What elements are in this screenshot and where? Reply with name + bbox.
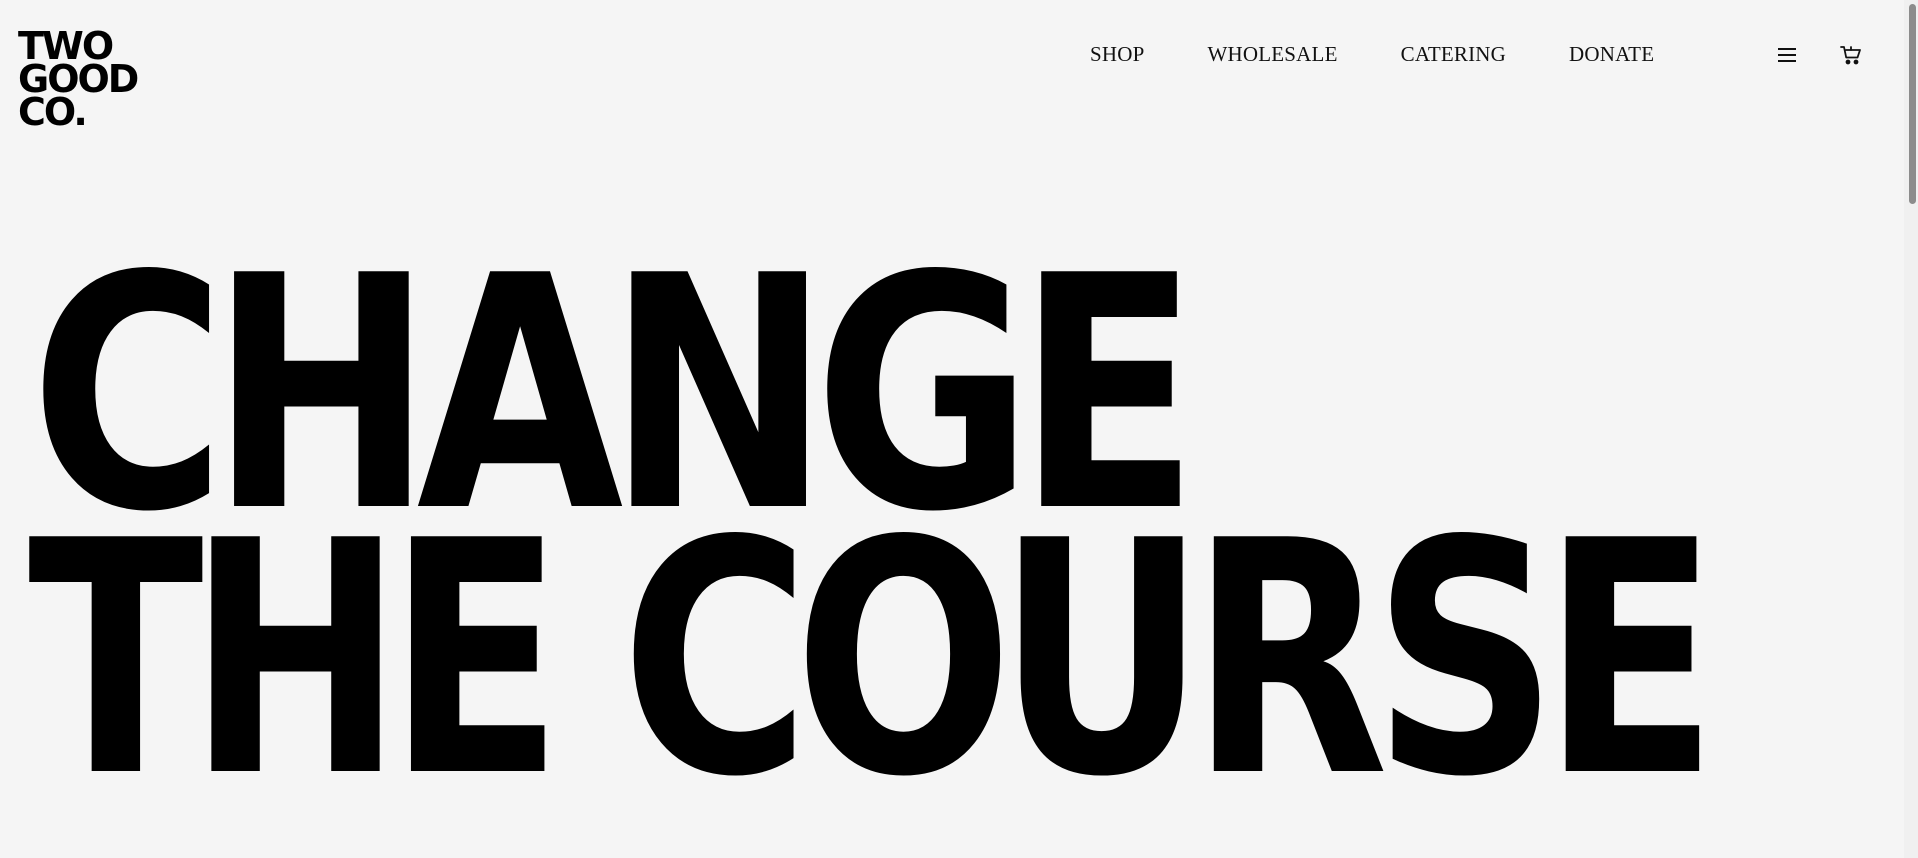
hero-headline: CHANGE THE COURSE bbox=[28, 234, 1918, 847]
scrollbar-thumb[interactable] bbox=[1909, 4, 1916, 204]
nav-link-donate[interactable]: DONATE bbox=[1569, 40, 1654, 68]
hero-line-2: THE COURSE bbox=[28, 472, 1718, 847]
page: TWO GOOD CO. SHOP WHOLESALE CATERING DON… bbox=[0, 0, 1918, 858]
menu-button[interactable] bbox=[1774, 42, 1800, 68]
shopping-cart-icon bbox=[1840, 46, 1861, 65]
main-nav: SHOP WHOLESALE CATERING DONATE bbox=[1090, 40, 1654, 68]
nav-link-wholesale[interactable]: WHOLESALE bbox=[1208, 40, 1338, 68]
nav-link-catering[interactable]: CATERING bbox=[1401, 40, 1506, 68]
vertical-scrollbar[interactable] bbox=[1904, 0, 1918, 858]
brand-logo[interactable]: TWO GOOD CO. bbox=[18, 27, 139, 131]
nav-link-shop[interactable]: SHOP bbox=[1090, 40, 1145, 68]
hamburger-menu-icon bbox=[1778, 48, 1796, 62]
cart-button[interactable] bbox=[1838, 42, 1864, 68]
